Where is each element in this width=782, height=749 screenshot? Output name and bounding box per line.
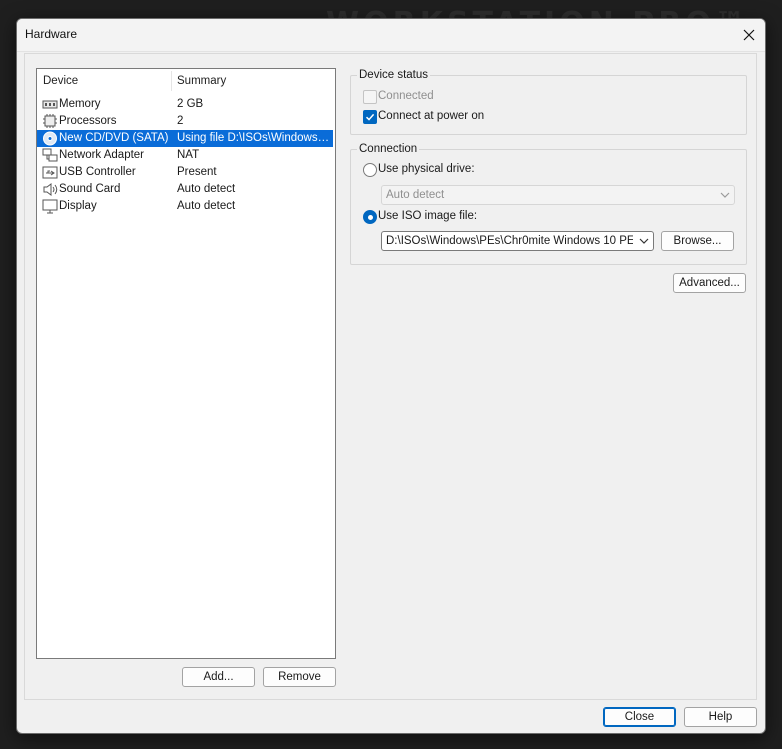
network-adapter-icon xyxy=(42,148,58,162)
chevron-down-icon xyxy=(720,192,730,198)
use-physical-drive-label: Use physical drive: xyxy=(378,163,475,175)
connect-at-power-on-checkbox[interactable] xyxy=(363,110,377,124)
device-summary: 2 xyxy=(177,115,184,127)
use-iso-image-radio[interactable] xyxy=(363,210,377,224)
column-header-device[interactable]: Device xyxy=(43,75,78,87)
device-list[interactable]: Device Summary Memory 2 GB Processors 2 xyxy=(36,68,336,659)
device-name: Network Adapter xyxy=(59,149,145,161)
dialog-client-area: Device Summary Memory 2 GB Processors 2 xyxy=(24,53,757,700)
usb-icon xyxy=(42,166,58,179)
device-list-header: Device Summary xyxy=(37,69,335,93)
dialog-title: Hardware xyxy=(25,27,78,41)
connect-at-power-on-label: Connect at power on xyxy=(378,110,485,122)
close-window-button[interactable] xyxy=(733,19,765,51)
add-button[interactable]: Add... xyxy=(182,667,255,687)
physical-drive-dropdown[interactable]: Auto detect xyxy=(381,185,735,205)
connection-group: Connection Use physical drive: Auto dete… xyxy=(350,143,747,265)
device-row-memory[interactable]: Memory 2 GB xyxy=(37,96,333,113)
device-name: Sound Card xyxy=(59,183,121,195)
help-button[interactable]: Help xyxy=(684,707,757,727)
device-summary: Using file D:\ISOs\Windows\PEs\Chr0mite … xyxy=(177,132,331,144)
device-status-group: Device status Connected Connect at power… xyxy=(350,69,747,135)
device-summary: Present xyxy=(177,166,217,178)
iso-path-value: D:\ISOs\Windows\PEs\Chr0mite Windows 10 … xyxy=(386,235,633,247)
connected-label: Connected xyxy=(378,90,434,102)
device-summary: 2 GB xyxy=(177,98,204,110)
device-name: Memory xyxy=(59,98,101,110)
close-button[interactable]: Close xyxy=(603,707,676,727)
column-header-summary[interactable]: Summary xyxy=(177,75,226,87)
title-bar[interactable]: Hardware xyxy=(17,19,765,52)
memory-icon xyxy=(42,100,58,109)
remove-button[interactable]: Remove xyxy=(263,667,336,687)
device-status-label: Device status xyxy=(357,69,431,81)
device-name: New CD/DVD (SATA) xyxy=(59,132,169,144)
device-row-display[interactable]: Display Auto detect xyxy=(37,198,333,215)
device-row-network-adapter[interactable]: Network Adapter NAT xyxy=(37,147,333,164)
column-separator[interactable] xyxy=(171,71,172,91)
device-name: USB Controller xyxy=(59,166,136,178)
iso-path-combobox[interactable]: D:\ISOs\Windows\PEs\Chr0mite Windows 10 … xyxy=(381,231,654,251)
device-row-processors[interactable]: Processors 2 xyxy=(37,113,333,130)
cd-dvd-icon xyxy=(43,131,57,146)
device-summary: Auto detect xyxy=(177,183,236,195)
device-row-sound-card[interactable]: Sound Card Auto detect xyxy=(37,181,333,198)
device-row-usb-controller[interactable]: USB Controller Present xyxy=(37,164,333,181)
chevron-down-icon xyxy=(639,238,649,244)
browse-button[interactable]: Browse... xyxy=(661,231,734,251)
device-summary: NAT xyxy=(177,149,200,161)
processor-icon xyxy=(43,114,57,128)
sound-icon xyxy=(43,183,58,196)
use-iso-image-label: Use ISO image file: xyxy=(378,210,478,222)
device-name: Processors xyxy=(59,115,117,127)
use-physical-drive-radio[interactable] xyxy=(363,163,377,177)
connected-checkbox[interactable] xyxy=(363,90,377,104)
advanced-button[interactable]: Advanced... xyxy=(673,273,746,293)
close-icon xyxy=(743,29,755,41)
physical-drive-value: Auto detect xyxy=(386,189,445,201)
connection-label: Connection xyxy=(357,143,420,155)
device-name: Display xyxy=(59,200,97,212)
hardware-dialog: Hardware Device Summary Memory 2 GB Proc… xyxy=(16,18,766,734)
display-icon xyxy=(42,199,58,214)
checkmark-icon xyxy=(365,113,375,121)
device-summary: Auto detect xyxy=(177,200,236,212)
device-row-cd-dvd[interactable]: New CD/DVD (SATA) Using file D:\ISOs\Win… xyxy=(37,130,333,147)
